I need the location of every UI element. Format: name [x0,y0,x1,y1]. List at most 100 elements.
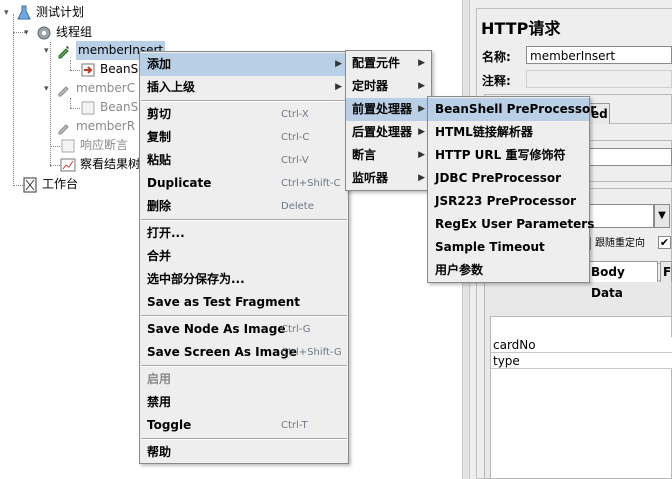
menu-item-label: 粘贴 [147,153,172,167]
menu-separator [141,315,347,317]
tab-files[interactable]: F [660,261,672,282]
menu-item-delete[interactable]: 删除 Delete [140,195,348,218]
menu-item-save-as-test-fragment[interactable]: Save as Test Fragment [140,291,348,314]
menu-item-shortcut: Ctrl-C [281,132,310,143]
menu-item-paste[interactable]: 粘贴 Ctrl-V [140,149,348,172]
menu-item-duplicate[interactable]: Duplicate Ctrl+Shift-C [140,172,348,195]
chevron-right-icon: ▶ [335,82,342,92]
menu-item-label: 监听器 [352,171,389,185]
pipette-icon [56,43,72,59]
menu-item-label: HTTP URL 重写修饰符 [435,148,566,162]
submenu-item-jsr223-preprocessor[interactable]: JSR223 PreProcessor [428,190,589,213]
collapse-icon[interactable]: ▾ [44,84,52,93]
tree-item-view-results-tree[interactable]: 察看结果树 [60,155,140,174]
tree-item-label: 察看结果树 [80,157,141,171]
chevron-right-icon: ▶ [418,150,425,160]
tree-connector [70,98,71,108]
menu-item-open[interactable]: 打开... [140,222,348,245]
menu-item-insert-parent[interactable]: 插入上级 ▶ [140,76,348,99]
comment-label: 注释: [482,74,511,88]
submenu-item-config-element[interactable]: 配置元件 ▶ [346,52,431,75]
menu-item-shortcut: Delete [281,201,314,212]
tree-item-member-r[interactable]: memberR [56,117,135,136]
tree-item-workbench[interactable]: 工作台 [22,175,78,194]
menu-item-merge[interactable]: 合并 [140,245,348,268]
menu-item-shortcut: Ctrl-V [281,155,309,166]
menu-item-label: 帮助 [147,445,172,459]
menu-item-label: 定时器 [352,79,389,93]
table-row[interactable]: type [491,353,672,369]
name-field[interactable]: memberInsert [526,46,672,64]
submenu-item-jdbc-preprocessor[interactable]: JDBC PreProcessor [428,167,589,190]
menu-item-cut[interactable]: 剪切 Ctrl-X [140,103,348,126]
submenu-item-html-link-parser[interactable]: HTML链接解析器 [428,121,589,144]
tab-body-data[interactable]: Body Data [584,261,658,300]
menu-item-save-screen-as-image[interactable]: Save Screen As Image Ctrl+Shift-G [140,341,348,364]
submenu-item-listener[interactable]: 监听器 ▶ [346,167,431,190]
menu-item-label: Sample Timeout [435,240,545,254]
menu-item-label: 后置处理器 [352,125,413,139]
menu-item-label: JSR223 PreProcessor [435,194,577,208]
menu-item-label: BeanShell PreProcessor [435,102,597,116]
name-label: 名称: [482,50,511,64]
tree-item-label: 响应断言 [80,138,129,152]
menu-item-disable[interactable]: 禁用 [140,391,348,414]
menu-item-shortcut: Ctrl-G [281,324,311,335]
chevron-right-icon: ▶ [418,81,425,91]
tree-item-label: 测试计划 [36,5,85,19]
collapse-icon[interactable]: ▾ [4,8,12,17]
menu-item-label: Toggle [147,418,192,432]
page-title: HTTP请求 [481,19,561,38]
method-select[interactable] [588,204,654,228]
submenu-item-postprocessor[interactable]: 后置处理器 ▶ [346,121,431,144]
add-submenu: 配置元件 ▶ 定时器 ▶ 前置处理器 ▶ 后置处理器 ▶ 断言 ▶ 监听器 ▶ [345,50,432,191]
menu-item-toggle[interactable]: Toggle Ctrl-T [140,414,348,437]
pipette-disabled-icon [56,119,72,135]
chevron-down-icon[interactable]: ▼ [654,204,670,228]
submenu-item-timer[interactable]: 定时器 ▶ [346,75,431,98]
tree-item-member-c[interactable]: ▾ memberC [44,79,135,98]
preprocessor-icon [80,62,96,78]
pipette-disabled-icon [56,81,72,97]
tree-connector [70,60,71,70]
submenu-item-sample-timeout[interactable]: Sample Timeout [428,236,589,259]
chevron-right-icon: ▶ [418,173,425,183]
submenu-item-regex-user-parameters[interactable]: RegEx User Parameters [428,213,594,236]
collapse-icon[interactable]: ▾ [44,46,52,55]
collapse-icon[interactable]: ▾ [24,28,32,37]
chart-icon [60,157,76,173]
menu-item-label: 打开... [147,226,185,240]
menu-item-label: 用户参数 [435,263,484,277]
submenu-item-http-url-rewriting[interactable]: HTTP URL 重写修饰符 [428,144,589,167]
menu-item-help[interactable]: 帮助 [140,441,348,464]
menu-item-label: 剪切 [147,107,172,121]
tree-item-label: BeanS [100,100,139,114]
menu-item-enable[interactable]: 启用 [140,368,348,391]
menu-item-shortcut: Ctrl+Shift-C [281,178,341,189]
chevron-right-icon: ▶ [418,104,425,114]
menu-item-save-node-as-image[interactable]: Save Node As Image Ctrl-G [140,318,348,341]
menu-item-label: Save Node As Image [147,322,286,336]
tree-item-test-plan[interactable]: ▾ 测试计划 [4,3,84,22]
submenu-item-beanshell-preprocessor[interactable]: BeanShell PreProcessor [428,98,596,121]
menu-item-shortcut: Ctrl-T [281,420,308,431]
menu-item-label: 选中部分保存为... [147,272,245,286]
flask-icon [16,5,32,21]
submenu-item-preprocessor[interactable]: 前置处理器 ▶ [346,98,431,121]
tree-item-thread-group[interactable]: ▾ 线程组 [24,23,92,42]
server-field[interactable] [588,148,672,166]
submenu-item-user-parameters[interactable]: 用户参数 [428,259,589,282]
tree-item-beanshell-1[interactable]: BeanS [80,60,138,79]
submenu-item-assertion[interactable]: 断言 ▶ [346,144,431,167]
table-row[interactable]: cardNo [491,337,672,353]
tree-connector [50,165,60,166]
menu-item-add[interactable]: 添加 ▶ [140,53,348,76]
tree-item-label: 工作台 [42,177,79,191]
comment-field[interactable] [526,70,672,88]
checked-checkbox[interactable]: ✔ [658,236,671,249]
menu-item-save-selection-as[interactable]: 选中部分保存为... [140,268,348,291]
tree-item-response-assertion[interactable]: 响应断言 [60,136,128,155]
menu-separator [141,100,347,102]
tree-item-beanshell-2[interactable]: BeanS [80,98,138,117]
menu-item-copy[interactable]: 复制 Ctrl-C [140,126,348,149]
